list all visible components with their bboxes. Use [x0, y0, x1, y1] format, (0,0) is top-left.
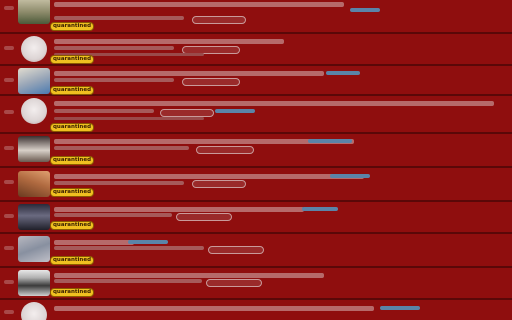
post-tagline: [54, 109, 154, 113]
post-thumbnail[interactable]: [18, 136, 50, 162]
post-tagline: [54, 246, 204, 250]
post-flair: [192, 180, 246, 188]
quarantined-badge: quarantined: [50, 22, 95, 31]
quarantined-badge: quarantined: [50, 156, 95, 165]
post-thumbnail[interactable]: [21, 98, 47, 124]
quarantined-badge: quarantined: [50, 123, 95, 132]
post-tagline: [54, 78, 174, 82]
post-row[interactable]: quarantined: [0, 168, 512, 202]
quarantined-badge: quarantined: [50, 86, 95, 95]
post-row[interactable]: quarantined: [0, 134, 512, 168]
quarantined-badge: quarantined: [50, 221, 95, 230]
vote-score[interactable]: [4, 180, 14, 184]
post-tagline: [54, 181, 184, 185]
post-domain[interactable]: [215, 109, 255, 113]
post-domain[interactable]: [380, 306, 420, 310]
post-thumbnail[interactable]: [18, 68, 50, 94]
vote-score[interactable]: [4, 310, 14, 314]
post-row[interactable]: [0, 300, 512, 320]
vote-score[interactable]: [4, 146, 14, 150]
post-thumbnail[interactable]: [18, 270, 50, 296]
post-row[interactable]: quarantined: [0, 66, 512, 96]
post-thumbnail[interactable]: [18, 236, 50, 262]
post-domain[interactable]: [326, 71, 360, 75]
post-flair: [196, 146, 254, 154]
post-title[interactable]: [54, 39, 284, 44]
post-thumbnail[interactable]: [18, 171, 50, 197]
post-flair: [208, 246, 264, 254]
post-title[interactable]: [54, 71, 324, 76]
post-flair: [206, 279, 262, 287]
post-title[interactable]: [54, 306, 374, 311]
post-domain[interactable]: [302, 207, 338, 211]
quarantined-badge: quarantined: [50, 256, 95, 265]
vote-score[interactable]: [4, 246, 14, 250]
vote-score[interactable]: [4, 6, 14, 10]
post-flair: [160, 109, 214, 117]
vote-score[interactable]: [4, 78, 14, 82]
post-row[interactable]: quarantined: [0, 234, 512, 268]
vote-score[interactable]: [4, 46, 14, 50]
post-row[interactable]: quarantined: [0, 96, 512, 134]
post-thumbnail[interactable]: [21, 36, 47, 62]
vote-score[interactable]: [4, 214, 14, 218]
post-tagline: [54, 146, 189, 150]
post-row[interactable]: quarantined: [0, 268, 512, 300]
post-feed: quarantined quarantined quarantined quar…: [0, 0, 512, 320]
post-tagline: [54, 279, 202, 283]
post-title[interactable]: [54, 207, 304, 212]
quarantined-badge: quarantined: [50, 55, 95, 64]
post-domain[interactable]: [128, 240, 168, 244]
post-thumbnail[interactable]: [21, 302, 47, 320]
post-actions[interactable]: [54, 117, 204, 120]
post-title[interactable]: [54, 174, 364, 179]
post-tagline: [54, 16, 184, 20]
post-title[interactable]: [54, 240, 134, 245]
post-flair: [176, 213, 232, 221]
vote-score[interactable]: [4, 110, 14, 114]
post-tagline: [54, 213, 172, 217]
post-row[interactable]: quarantined: [0, 34, 512, 66]
post-tagline: [54, 46, 174, 50]
post-thumbnail[interactable]: [18, 204, 50, 230]
quarantined-badge: quarantined: [50, 288, 95, 297]
quarantined-badge: quarantined: [50, 188, 95, 197]
post-flair: [192, 16, 246, 24]
post-domain[interactable]: [308, 139, 352, 143]
post-thumbnail[interactable]: [18, 0, 50, 24]
post-title[interactable]: [54, 273, 324, 278]
post-row[interactable]: quarantined: [0, 0, 512, 34]
post-flair: [182, 78, 240, 86]
post-title[interactable]: [54, 2, 344, 7]
post-domain[interactable]: [350, 8, 380, 12]
vote-score[interactable]: [4, 280, 14, 284]
post-row[interactable]: quarantined: [0, 202, 512, 234]
post-domain[interactable]: [330, 174, 370, 178]
post-title[interactable]: [54, 101, 494, 106]
